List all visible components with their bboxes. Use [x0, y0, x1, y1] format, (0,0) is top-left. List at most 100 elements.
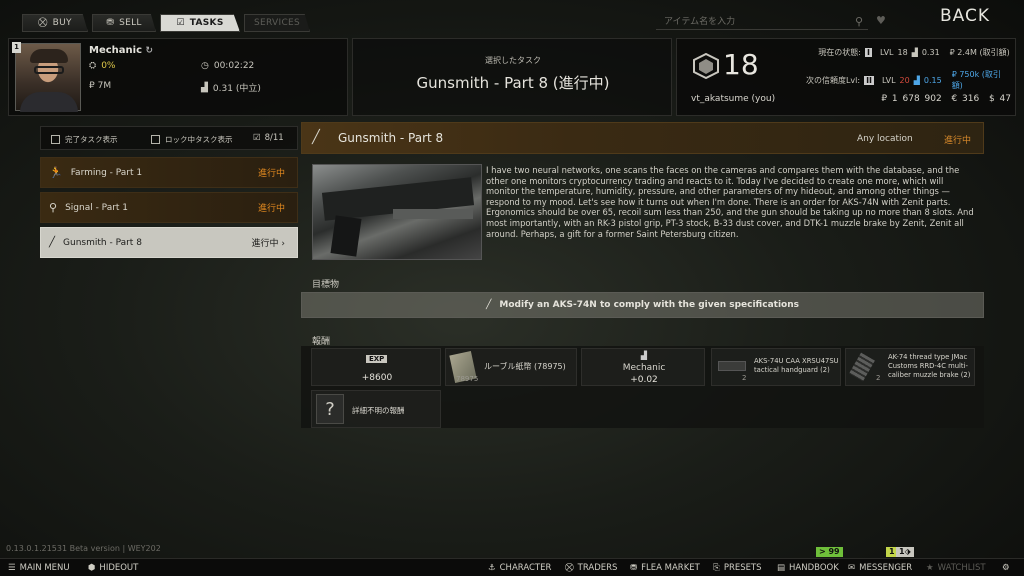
selected-task-title: Gunsmith - Part 8 (進行中) — [416, 74, 610, 92]
show-locked-toggle[interactable]: ロック中タスク表示 — [151, 134, 233, 145]
presets-button[interactable]: ⎘ PRESETS — [713, 561, 762, 575]
tab-tasks[interactable]: ☑ TASKS — [160, 14, 240, 32]
watchlist-button[interactable]: ★ WATCHLIST — [926, 561, 986, 575]
tab-tasks-label: TASKS — [189, 18, 224, 28]
reward-exp: EXP +8600 — [311, 348, 441, 386]
trader-loyalty: ⛭ 0% — [89, 61, 115, 71]
sell-icon: ⛃ — [106, 18, 115, 28]
timer-value: 00:02:22 — [213, 61, 255, 71]
question-mark-icon: ? — [316, 394, 344, 424]
objectives-label: 目標物 — [312, 280, 340, 290]
main-menu-button[interactable]: ☰ MAIN MENU — [8, 561, 70, 575]
checkbox-icon[interactable] — [151, 135, 160, 144]
show-locked-label: ロック中タスク表示 — [165, 135, 233, 144]
bottom-bar: ☰ MAIN MENU ⬢ HIDEOUT ⚓ CHARACTER ⛒ TRAD… — [0, 558, 1024, 576]
traders-icon: ⛒ — [565, 563, 574, 573]
objective-row: ╱ Modify an AKS-74N to comply with the g… — [301, 292, 984, 318]
chevron-right-icon: › — [281, 239, 285, 249]
watchlist-label: WATCHLIST — [937, 563, 986, 573]
show-completed-label: 完了タスク表示 — [65, 135, 118, 144]
player-level: 18 — [723, 48, 759, 81]
reward-item-handguard[interactable]: 2 AKS-74U CAA XRSU47SU tactical handguar… — [711, 348, 841, 386]
current-status-label: 現在の状態: — [818, 48, 861, 57]
task-name: Signal - Part 1 — [65, 202, 129, 213]
next-money: ₽ 750k (取引額) — [951, 70, 1001, 90]
handbook-button[interactable]: ▤ HANDBOOK — [777, 561, 839, 575]
hideout-label: HIDEOUT — [99, 563, 139, 573]
tab-services[interactable]: SERVICES — [244, 14, 310, 32]
badge-two: 1⬗ — [896, 547, 914, 557]
unknown-reward-label: 詳細不明の報酬 — [352, 406, 405, 415]
reward-item-muzzle-brake[interactable]: 2 AK-74 thread type JMac Customs RRD-4C … — [845, 348, 975, 386]
reward-item-name: ルーブル紙幣 (78975) — [484, 362, 566, 371]
task-status: 進行中 — [257, 169, 285, 179]
tab-services-label: SERVICES — [253, 18, 301, 28]
quest-image — [312, 164, 482, 260]
back-button[interactable]: BACK — [940, 6, 990, 26]
reward-item-roubles[interactable]: ルーブル紙幣 (78975) 78975 — [445, 348, 577, 386]
tab-sell[interactable]: ⛃ SELL — [92, 14, 156, 32]
tab-buy[interactable]: ⛒ BUY — [22, 14, 88, 32]
heart-icon[interactable]: ♥ — [876, 14, 886, 27]
reward-item-count: 78975 — [456, 375, 479, 383]
player-level-icon — [693, 53, 719, 79]
next-level-badge: II — [864, 75, 875, 85]
task-location: Any location — [857, 134, 913, 144]
reward-item-name: AK-74 thread type JMac Customs RRD-4C mu… — [888, 353, 971, 379]
hideout-icon: ⬢ — [88, 563, 96, 573]
trader-name: Mechanic ↻ — [89, 45, 153, 56]
item-search-input[interactable]: アイテム名を入力 — [656, 12, 868, 30]
settings-gear-icon[interactable]: ⚙ — [1002, 561, 1010, 575]
loyalty-value: 0% — [101, 61, 116, 71]
main-menu-label: MAIN MENU — [19, 563, 70, 573]
money-value: ₽ 7M — [89, 81, 112, 91]
trader-timer: ◷ 00:02:22 — [201, 61, 254, 71]
task-item-gunsmith[interactable]: ╱ Gunsmith - Part 8 進行中 › — [40, 227, 298, 258]
show-completed-toggle[interactable]: 完了タスク表示 — [51, 134, 118, 145]
flea-market-button[interactable]: ⛃ FLEA MARKET — [630, 561, 700, 575]
trader-money: ₽ 7M — [89, 81, 111, 91]
task-detail-title: Gunsmith - Part 8 — [338, 131, 444, 145]
checkbox-icon[interactable] — [51, 135, 60, 144]
trader-standing: ▟ 0.31 (中立) — [201, 81, 261, 95]
search-icon[interactable]: ⚲ — [855, 15, 863, 28]
character-label: CHARACTER — [499, 563, 552, 573]
trader-portrait — [15, 43, 81, 112]
reward-item-count: 2 — [742, 374, 747, 382]
objective-text: Modify an AKS-74N to comply with the giv… — [499, 300, 799, 310]
next-status-label: 次の信頼度Lvl: — [805, 75, 861, 85]
rifle-icon: ╱ — [486, 300, 492, 310]
reward-item-name: AKS-74U CAA XRSU47SU tactical handguard … — [754, 357, 839, 374]
flea-market-label: FLEA MARKET — [641, 563, 700, 573]
rubles-value: ₽ 1 678 902 — [881, 94, 942, 104]
task-item-signal[interactable]: ⚲ Signal - Part 1 進行中 — [40, 192, 298, 223]
standing-value: 0.31 (中立) — [212, 84, 261, 94]
task-item-farming[interactable]: 🏃 Farming - Part 1 進行中 — [40, 157, 298, 188]
flea-offers-badge: > 99 — [816, 547, 843, 557]
messenger-button[interactable]: ✉ MESSENGER — [848, 561, 912, 575]
traders-button[interactable]: ⛒ TRADERS — [565, 561, 617, 575]
rifle-icon: ╱ — [312, 130, 320, 145]
standing-bars-icon: ▟ — [640, 351, 648, 360]
current-standing: 0.31 — [921, 48, 940, 57]
current-level-badge: I — [865, 48, 872, 57]
handguard-icon — [718, 361, 746, 371]
messenger-icon: ✉ — [848, 563, 856, 573]
character-button[interactable]: ⚓ CHARACTER — [488, 561, 551, 575]
task-detail-header: ╱ Gunsmith - Part 8 Any location 進行中 — [301, 122, 984, 154]
player-name: vt_akatsume (you) — [691, 94, 776, 104]
refresh-icon: ↻ — [145, 46, 154, 56]
reward-trader-rep: +0.02 — [630, 375, 658, 385]
task-status: 進行中 — [257, 204, 285, 214]
next-lvl-prefix: LVL — [882, 75, 896, 85]
dollars-value: $ 47 — [988, 94, 1011, 104]
task-name: Farming - Part 1 — [70, 167, 143, 178]
trader-panel: 1 Mechanic ↻ ⛭ 0% ◷ 00:02:22 ₽ 7M ▟ 0.31… — [8, 38, 348, 116]
muzzle-brake-icon — [849, 352, 875, 382]
task-name: Gunsmith - Part 8 — [63, 237, 142, 248]
star-icon: ★ — [926, 563, 934, 573]
reward-item-count: 2 — [876, 374, 881, 382]
reward-unknown: ? 詳細不明の報酬 — [311, 390, 441, 428]
next-standing: 0.15 — [923, 75, 942, 85]
hideout-button[interactable]: ⬢ HIDEOUT — [88, 561, 138, 575]
